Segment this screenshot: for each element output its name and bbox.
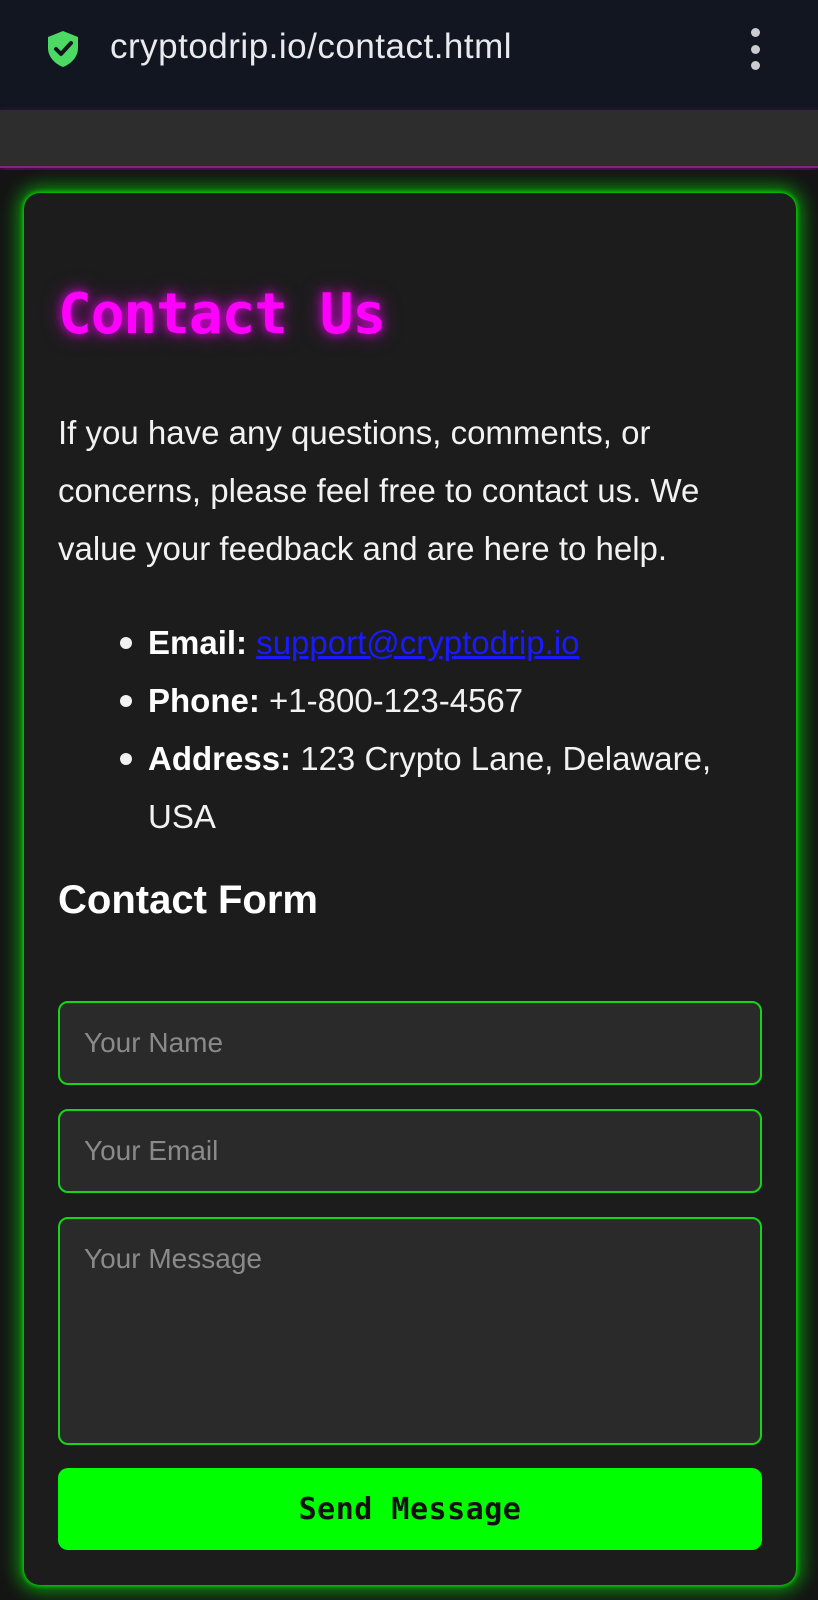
list-item-phone: Phone: +1-800-123-4567 — [120, 672, 760, 730]
send-message-button[interactable]: Send Message — [58, 1468, 762, 1550]
site-nav-strip — [0, 110, 818, 168]
page-title: Contact Us — [58, 282, 386, 347]
shield-check-icon — [48, 31, 78, 67]
contact-info-list: Email: support@cryptodrip.io Phone: +1-8… — [120, 614, 760, 846]
name-input[interactable] — [58, 1001, 762, 1085]
list-item-email: Email: support@cryptodrip.io — [120, 614, 760, 672]
list-item-address: Address: 123 Crypto Lane, Delaware, USA — [120, 730, 760, 846]
kebab-menu-icon[interactable] — [748, 28, 762, 70]
phone-value: +1-800-123-4567 — [269, 682, 524, 719]
message-textarea[interactable] — [58, 1217, 762, 1445]
phone-label: Phone: — [148, 682, 269, 719]
intro-text: If you have any questions, comments, or … — [58, 414, 700, 567]
email-label: Email: — [148, 624, 257, 661]
form-title: Contact Form — [58, 878, 318, 922]
url-text[interactable]: cryptodrip.io/contact.html — [110, 27, 512, 67]
address-label: Address: — [148, 740, 301, 777]
browser-address-bar: cryptodrip.io/contact.html — [0, 0, 818, 110]
email-input[interactable] — [58, 1109, 762, 1193]
email-link[interactable]: support@cryptodrip.io — [256, 624, 579, 661]
